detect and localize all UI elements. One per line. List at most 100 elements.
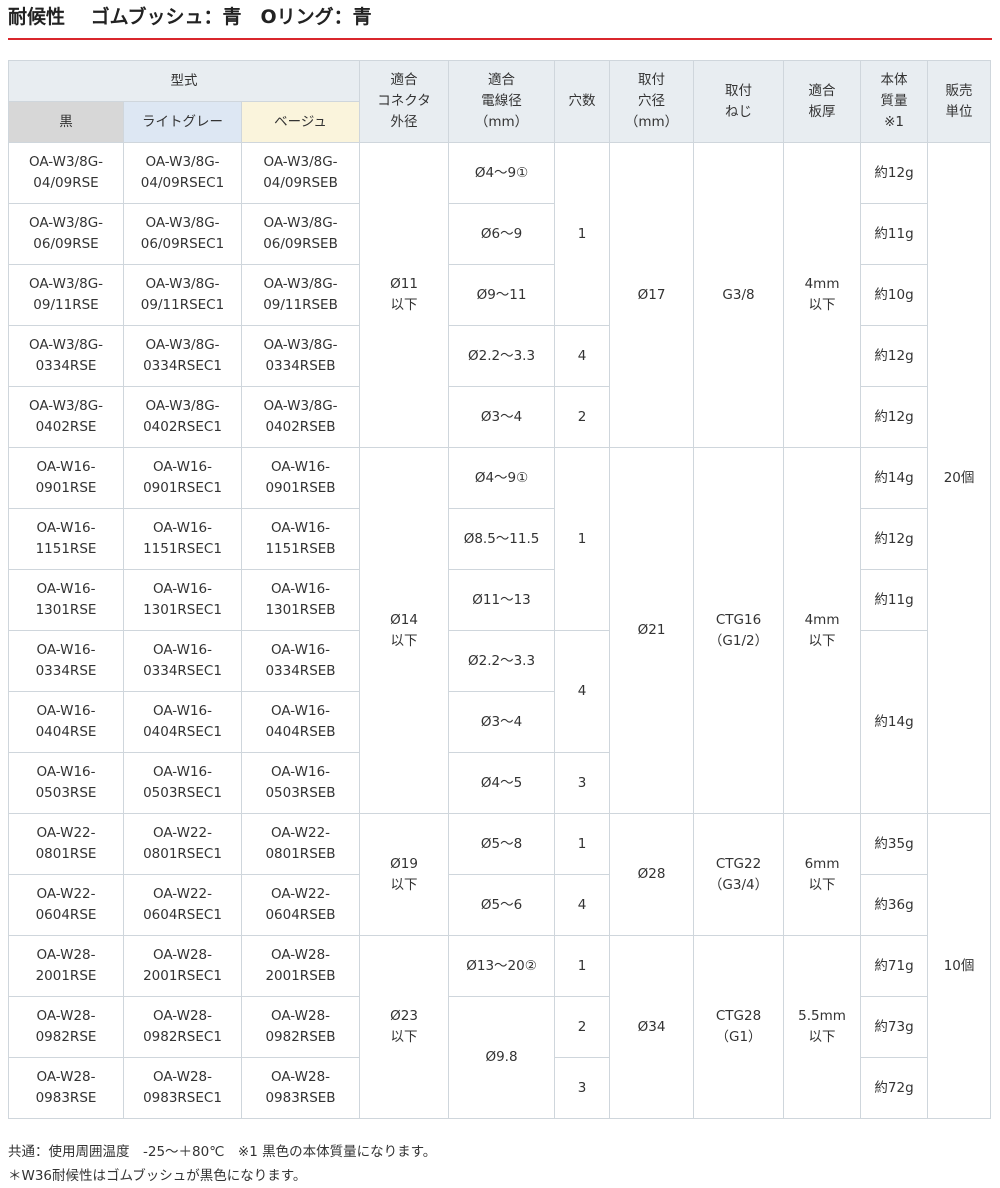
- sales-unit-cell: 10個: [927, 813, 992, 1119]
- model-black: OA-W16- 0334RSE: [8, 630, 124, 692]
- mass-cell: 約10g: [860, 264, 929, 326]
- header-panel-thickness: 適合 板厚: [783, 60, 862, 143]
- model-black: OA-W3/8G- 04/09RSE: [8, 142, 124, 204]
- model-beige: OA-W16- 0404RSEB: [240, 691, 361, 753]
- wire-diameter-cell: Ø3～4: [448, 386, 556, 448]
- table-row: OA-W16- 0901RSE OA-W16- 0901RSEC1 OA-W16…: [8, 447, 991, 814]
- model-black: OA-W28- 0982RSE: [8, 996, 124, 1058]
- model-beige: OA-W22- 0801RSEB: [240, 813, 361, 875]
- hole-count-cell: 3: [554, 752, 611, 814]
- model-beige: OA-W16- 0503RSEB: [240, 752, 361, 814]
- model-beige: OA-W3/8G- 06/09RSEB: [240, 203, 361, 265]
- note-operating-temperature: 共通：使用周囲温度 -25～＋80℃ ※1 黒色の本体質量になります。: [8, 1144, 437, 1160]
- model-black: OA-W3/8G- 09/11RSE: [8, 264, 124, 326]
- model-lightgray: OA-W3/8G- 09/11RSEC1: [123, 264, 242, 326]
- model-lightgray: OA-W3/8G- 04/09RSEC1: [123, 142, 242, 204]
- wire-diameter-cell: Ø4～9①: [448, 447, 556, 509]
- wire-diameter-cell: Ø6～9: [448, 203, 556, 265]
- mass-cell: 約14g: [860, 447, 929, 509]
- header-connector-od: 適合 コネクタ 外径: [359, 60, 450, 143]
- mass-cell: 約12g: [860, 508, 929, 570]
- mass-cell: 約11g: [860, 569, 929, 631]
- model-beige: OA-W16- 0901RSEB: [240, 447, 361, 509]
- model-lightgray: OA-W22- 0801RSEC1: [123, 813, 242, 875]
- model-black: OA-W3/8G- 0334RSE: [8, 325, 124, 387]
- hole-count-cell: 2: [554, 996, 611, 1058]
- hole-count-cell: 2: [554, 386, 611, 448]
- model-black: OA-W28- 2001RSE: [8, 935, 124, 997]
- header-mass: 本体 質量 ※1: [860, 60, 929, 143]
- header-mounting-thread: 取付 ねじ: [693, 60, 785, 143]
- mounting-hole-cell: Ø28: [609, 813, 695, 936]
- table-row: OA-W28- 2001RSE OA-W28- 2001RSEC1 OA-W28…: [8, 935, 991, 1119]
- hole-count-cell: 1: [554, 935, 611, 997]
- panel-thickness-cell: 5.5mm 以下: [783, 935, 862, 1119]
- wire-diameter-cell: Ø8.5～11.5: [448, 508, 556, 570]
- model-black: OA-W16- 0901RSE: [8, 447, 124, 509]
- wire-diameter-cell: Ø2.2～3.3: [448, 630, 556, 692]
- model-lightgray: OA-W16- 1301RSEC1: [123, 569, 242, 631]
- panel-thickness-cell: 4mm 以下: [783, 142, 862, 448]
- model-beige: OA-W22- 0604RSEB: [240, 874, 361, 936]
- hole-count-cell: 1: [554, 813, 611, 875]
- header-wire-diameter: 適合 電線径 （mm）: [448, 60, 556, 143]
- model-lightgray: OA-W16- 1151RSEC1: [123, 508, 242, 570]
- connector-od-cell: Ø19 以下: [359, 813, 450, 936]
- spec-table: 型式 適合 コネクタ 外径 適合 電線径 （mm） 穴数 取付 穴径 （mm） …: [7, 60, 992, 1119]
- wire-diameter-cell: Ø5～6: [448, 874, 556, 936]
- model-black: OA-W22- 0801RSE: [8, 813, 124, 875]
- model-lightgray: OA-W3/8G- 06/09RSEC1: [123, 203, 242, 265]
- model-lightgray: OA-W3/8G- 0402RSEC1: [123, 386, 242, 448]
- model-black: OA-W16- 0503RSE: [8, 752, 124, 814]
- wire-diameter-cell: Ø4～9①: [448, 142, 556, 204]
- hole-count-cell: 1: [554, 447, 611, 631]
- wire-diameter-cell: Ø4～5: [448, 752, 556, 814]
- hole-count-cell: 4: [554, 630, 611, 753]
- wire-diameter-cell: Ø5～8: [448, 813, 556, 875]
- model-lightgray: OA-W28- 0983RSEC1: [123, 1057, 242, 1119]
- model-lightgray: OA-W22- 0604RSEC1: [123, 874, 242, 936]
- connector-od-cell: Ø11 以下: [359, 142, 450, 448]
- header-hole-count: 穴数: [554, 60, 611, 143]
- model-black: OA-W28- 0983RSE: [8, 1057, 124, 1119]
- wire-diameter-cell: Ø9.8: [448, 996, 556, 1119]
- mounting-hole-cell: Ø21: [609, 447, 695, 814]
- sales-unit-cell: 20個: [927, 142, 992, 814]
- model-lightgray: OA-W16- 0901RSEC1: [123, 447, 242, 509]
- wire-diameter-cell: Ø13～20②: [448, 935, 556, 997]
- wire-diameter-cell: Ø2.2～3.3: [448, 325, 556, 387]
- model-black: OA-W22- 0604RSE: [8, 874, 124, 936]
- mass-cell: 約35g: [860, 813, 929, 875]
- model-beige: OA-W3/8G- 0402RSEB: [240, 386, 361, 448]
- model-beige: OA-W16- 1151RSEB: [240, 508, 361, 570]
- mounting-hole-cell: Ø34: [609, 935, 695, 1119]
- mass-cell: 約73g: [860, 996, 929, 1058]
- model-black: OA-W16- 1301RSE: [8, 569, 124, 631]
- table-row: OA-W3/8G- 04/09RSE OA-W3/8G- 04/09RSEC1 …: [8, 142, 992, 814]
- mass-cell: 約12g: [860, 325, 929, 387]
- model-lightgray: OA-W28- 0982RSEC1: [123, 996, 242, 1058]
- model-beige: OA-W28- 0983RSEB: [240, 1057, 361, 1119]
- model-black: OA-W16- 0404RSE: [8, 691, 124, 753]
- header-color-beige: ベージュ: [240, 101, 361, 143]
- connector-od-cell: Ø23 以下: [359, 935, 450, 1119]
- title-rubber-bushing: ゴムブッシュ：青: [90, 6, 242, 28]
- hole-count-cell: 4: [554, 325, 611, 387]
- model-lightgray: OA-W16- 0503RSEC1: [123, 752, 242, 814]
- panel-thickness-cell: 4mm 以下: [783, 447, 862, 814]
- panel-thickness-cell: 6mm 以下: [783, 813, 862, 936]
- model-beige: OA-W28- 2001RSEB: [240, 935, 361, 997]
- model-black: OA-W3/8G- 06/09RSE: [8, 203, 124, 265]
- mass-cell: 約12g: [860, 142, 929, 204]
- mounting-hole-cell: Ø17: [609, 142, 695, 448]
- header-model: 型式: [7, 60, 361, 102]
- model-beige: OA-W3/8G- 04/09RSEB: [240, 142, 361, 204]
- mounting-thread-cell: CTG22 （G3/4）: [693, 813, 785, 936]
- model-lightgray: OA-W16- 0334RSEC1: [123, 630, 242, 692]
- model-beige: OA-W16- 0334RSEB: [240, 630, 361, 692]
- table-row: OA-W22- 0801RSE OA-W22- 0801RSEC1 OA-W22…: [8, 813, 992, 1119]
- mass-cell: 約71g: [860, 935, 929, 997]
- mounting-thread-cell: G3/8: [693, 142, 785, 448]
- header-color-lightgray: ライトグレー: [123, 101, 242, 143]
- wire-diameter-cell: Ø3～4: [448, 691, 556, 753]
